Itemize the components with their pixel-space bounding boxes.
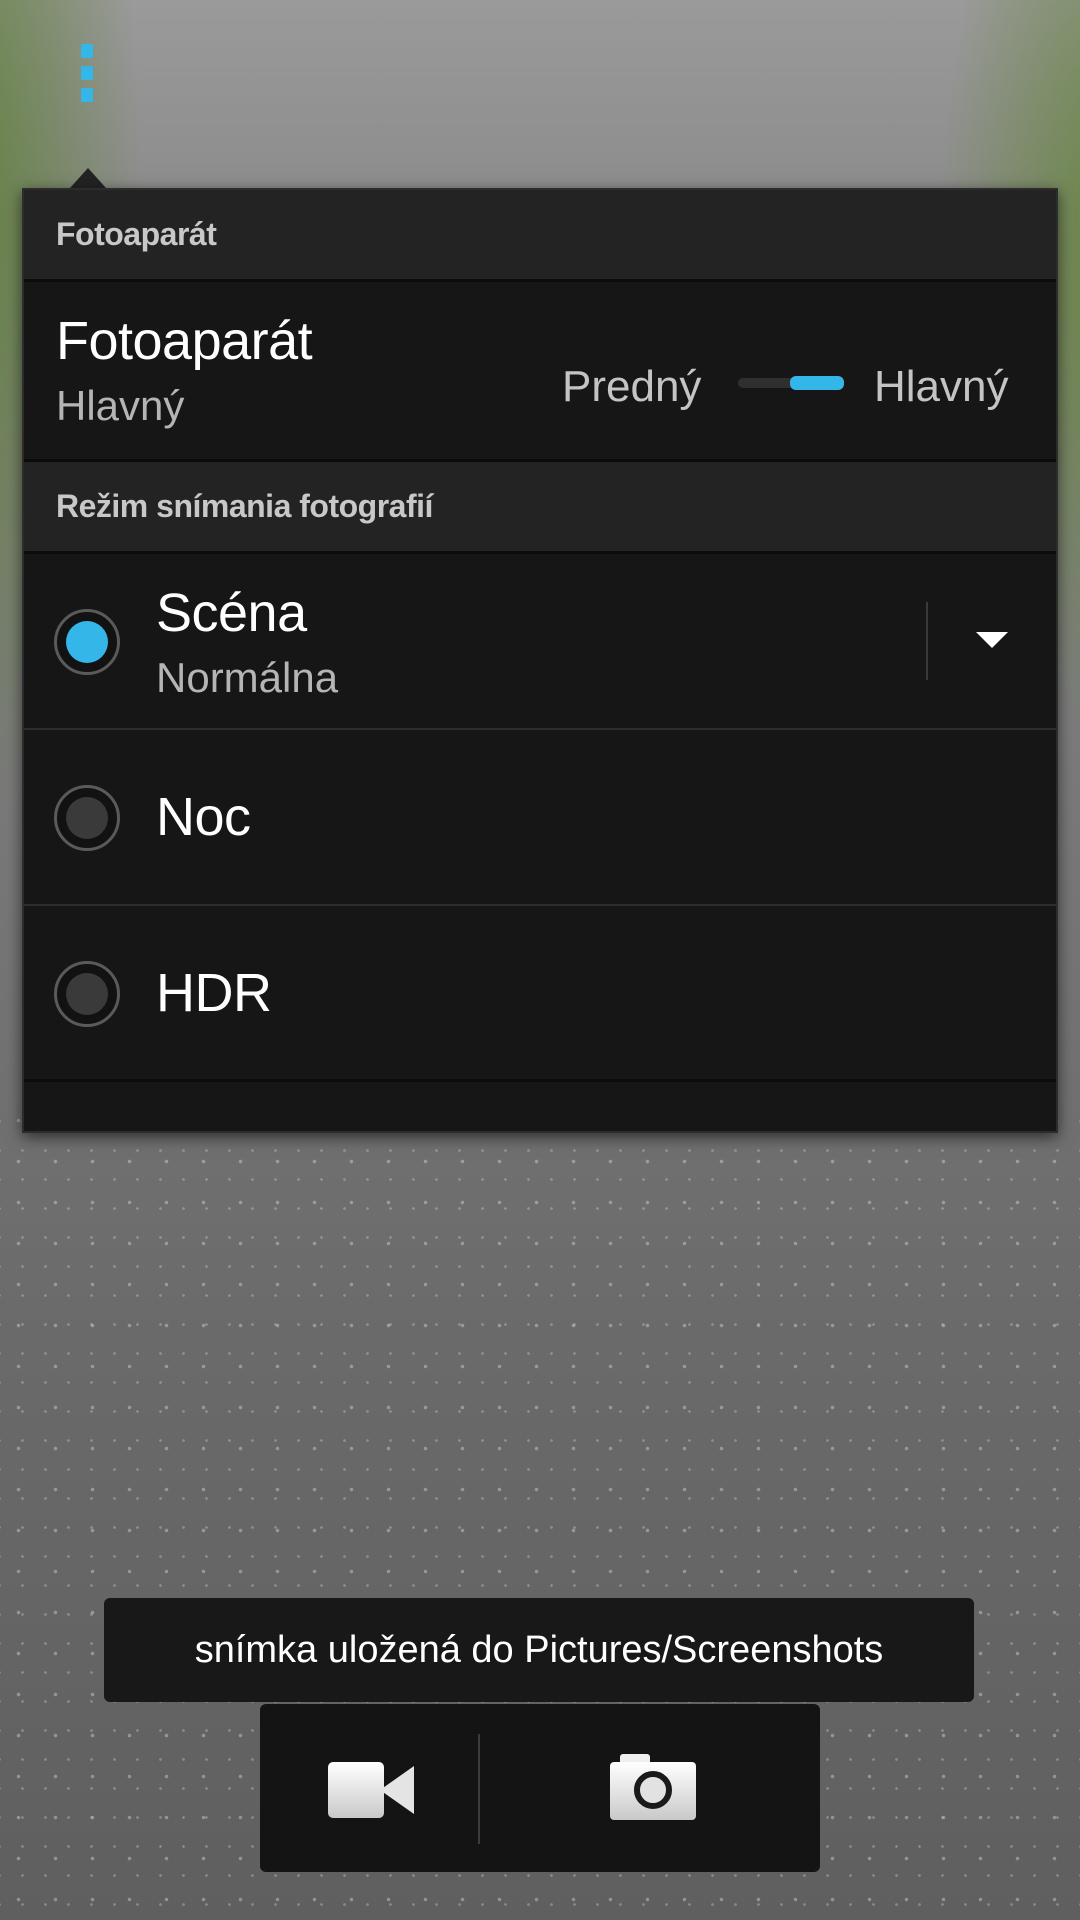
radio-scene[interactable] [54, 609, 120, 675]
chevron-down-icon[interactable] [976, 632, 1008, 648]
section-header-camera-label: Fotoaparát [56, 216, 217, 252]
mode-option-scene[interactable]: Scéna Normálna [24, 554, 1056, 730]
mode-scene-sublabel: Normálna [156, 654, 339, 701]
radio-hdr[interactable] [54, 961, 120, 1027]
mode-hdr-label: HDR [156, 963, 272, 1023]
capture-mode-bar [260, 1704, 820, 1872]
camera-row-title: Fotoaparát [56, 311, 313, 371]
video-camera-icon [328, 1762, 384, 1818]
menu-dot [81, 88, 93, 102]
toast-message: snímka uložená do Pictures/Screenshots [104, 1598, 974, 1702]
scene-dropdown-divider [926, 602, 928, 680]
mode-option-hdr[interactable]: HDR [24, 906, 1056, 1082]
video-camera-icon-lens [380, 1766, 414, 1814]
camera-settings-popup: Fotoaparát Fotoaparát Hlavný Predný Hlav… [22, 188, 1058, 1133]
toggle-label-front[interactable]: Predný [562, 362, 701, 412]
section-header-capture-mode-label: Režim snímania fotografií [56, 488, 433, 524]
camera-toggle-thumb[interactable] [790, 376, 844, 390]
overflow-menu-icon[interactable] [70, 44, 104, 114]
menu-dot [81, 44, 93, 58]
mode-night-label: Noc [156, 787, 251, 847]
toggle-label-main[interactable]: Hlavný [874, 362, 1009, 412]
section-header-camera: Fotoaparát [24, 190, 1056, 282]
mode-scene-label: Scéna [156, 583, 307, 643]
toast-text: snímka uložená do Pictures/Screenshots [194, 1628, 884, 1671]
mode-option-night[interactable]: Noc [24, 730, 1056, 906]
section-header-capture-mode: Režim snímania fotografií [24, 462, 1056, 554]
menu-dot [81, 66, 93, 80]
camera-selector-row[interactable]: Fotoaparát Hlavný Predný Hlavný [24, 282, 1056, 462]
camera-row-subtitle: Hlavný [56, 382, 185, 429]
popup-caret [70, 168, 106, 188]
radio-night[interactable] [54, 785, 120, 851]
video-mode-button[interactable] [260, 1704, 478, 1872]
camera-icon-lens [634, 1771, 672, 1809]
